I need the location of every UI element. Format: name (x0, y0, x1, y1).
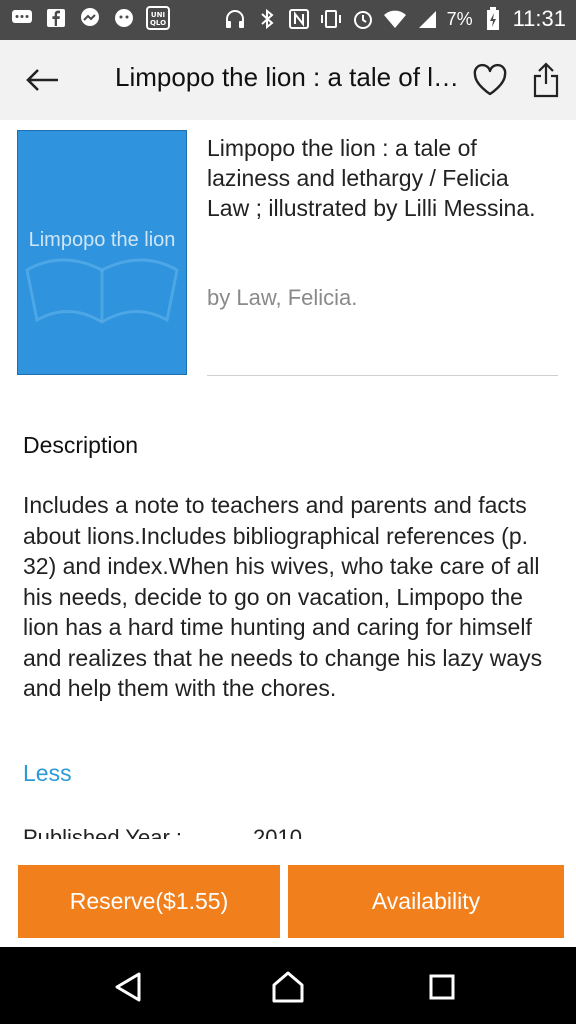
published-year-label: Published Year : (23, 825, 183, 839)
share-button[interactable] (524, 58, 568, 102)
book-cover: Limpopo the lion (17, 130, 187, 375)
svg-text:QLO: QLO (150, 19, 166, 27)
open-book-icon (25, 258, 179, 324)
square-recents-icon (429, 974, 455, 1000)
share-icon (533, 62, 559, 98)
wifi-icon (383, 7, 407, 31)
book-title: Limpopo the lion : a tale of laziness an… (207, 135, 536, 221)
heart-icon (473, 63, 507, 96)
availability-button[interactable]: Availability (288, 865, 564, 938)
alarm-icon (351, 7, 375, 31)
favorite-button[interactable] (468, 58, 512, 102)
app-bar: Limpopo the lion : a tale of laziness an… (0, 40, 576, 120)
svg-text:UNI: UNI (151, 11, 165, 19)
book-author: by Law, Felicia. (207, 285, 358, 310)
published-year-value: 2010 (253, 825, 302, 839)
uniqlo-icon: UNI QLO (146, 6, 170, 30)
triangle-back-icon (115, 972, 141, 1002)
vibrate-icon (319, 7, 343, 31)
nav-home-button[interactable] (268, 967, 308, 1007)
less-link[interactable]: Less (23, 760, 72, 787)
facebook-icon (44, 6, 68, 30)
page-title: Limpopo the lion : a tale of laziness an… (115, 62, 460, 92)
reserve-button[interactable]: Reserve($1.55) (18, 865, 280, 938)
signal-icon (415, 7, 439, 31)
status-time: 11:31 (512, 6, 566, 31)
nav-back-button[interactable] (108, 967, 148, 1007)
status-bar: UNI QLO 7% 11:31 (0, 0, 576, 40)
app-icon (112, 6, 136, 30)
messenger-icon (78, 6, 102, 30)
bluetooth-icon (255, 7, 279, 31)
navigation-bar (0, 947, 576, 1024)
back-button[interactable] (20, 58, 64, 102)
arrow-left-icon (26, 69, 58, 91)
home-icon (272, 971, 304, 1003)
status-right-icons: 7% 11:31 (223, 6, 566, 32)
battery-percent: 7% (446, 8, 473, 29)
description-heading: Description (23, 432, 139, 458)
battery-icon (481, 7, 505, 31)
chat-icon (10, 6, 34, 30)
cover-title: Limpopo the lion (28, 229, 176, 251)
divider (207, 375, 558, 376)
description-text: Includes a note to teachers and parents … (23, 492, 543, 701)
headphones-icon (223, 7, 247, 31)
published-year-row: Published Year : 2010 (0, 825, 576, 839)
nfc-icon (287, 7, 311, 31)
status-left-icons: UNI QLO (10, 6, 170, 30)
nav-recents-button[interactable] (422, 967, 462, 1007)
